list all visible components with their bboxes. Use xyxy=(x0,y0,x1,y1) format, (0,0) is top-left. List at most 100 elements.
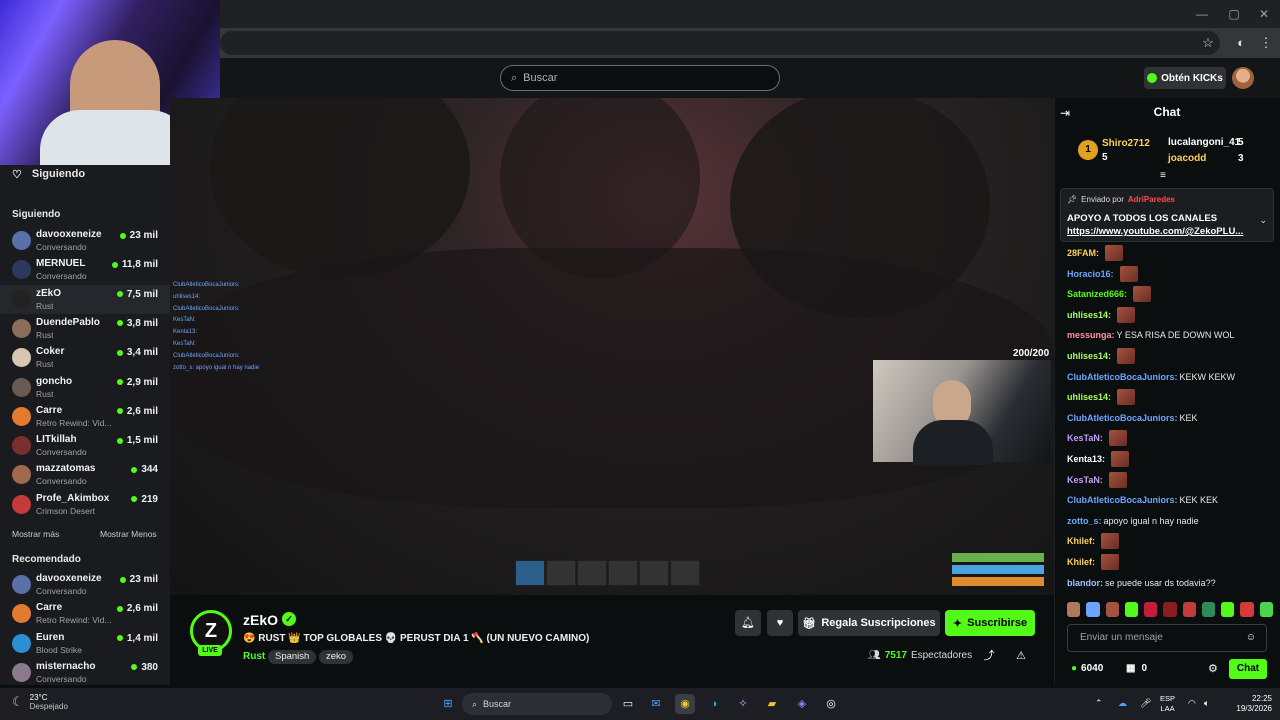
report-icon[interactable]: ⚠ xyxy=(1013,648,1029,664)
emote-icon[interactable] xyxy=(1067,602,1081,617)
bookmark-star-icon[interactable]: ☆ xyxy=(1198,33,1218,53)
language-indicator[interactable]: ESP LAA xyxy=(1160,694,1175,714)
follow-heart-button[interactable]: ♥ xyxy=(767,610,793,636)
chat-username[interactable]: Khilef: xyxy=(1067,557,1095,567)
emote-icon[interactable] xyxy=(1240,602,1254,617)
chat-username[interactable]: uhlises14: xyxy=(1067,392,1111,402)
chat-username[interactable]: KesTaN: xyxy=(1067,475,1103,485)
sidebar-channel[interactable]: MERNUEL Conversando 11,8 mil xyxy=(0,255,170,284)
pinned-link[interactable]: https://www.youtube.com/@ZekoPLU... xyxy=(1067,226,1243,237)
tag-zeko[interactable]: zeko xyxy=(319,650,354,664)
address-bar[interactable] xyxy=(220,31,1220,55)
extension-icon[interactable]: ◐ xyxy=(1231,33,1251,53)
sidebar-channel[interactable]: mazzatomas Conversando 344 xyxy=(0,460,170,489)
sidebar-channel[interactable]: Euren Blood Strike 1,4 mil xyxy=(0,629,170,658)
weather-widget[interactable]: ☾ 23°C Despejado xyxy=(12,693,68,711)
emote-icon[interactable] xyxy=(1259,602,1273,617)
folder-icon[interactable]: ▰ xyxy=(762,694,782,714)
sidebar-channel[interactable]: davooxeneize Conversando 23 mil xyxy=(0,570,170,599)
emote-icon[interactable] xyxy=(1144,602,1158,617)
chat-username[interactable]: zotto_s: xyxy=(1067,516,1102,526)
sidebar-channel[interactable]: Coker Rust 3,4 mil xyxy=(0,343,170,372)
copilot-icon[interactable]: ✧ xyxy=(733,694,753,714)
leader-3-name[interactable]: joacodd xyxy=(1168,153,1206,164)
chat-username[interactable]: uhlises14: xyxy=(1067,351,1111,361)
chat-username[interactable]: KesTaN: xyxy=(1067,433,1103,443)
streamer-name[interactable]: zEkO xyxy=(243,612,278,628)
maximize-button[interactable]: ▢ xyxy=(1224,6,1244,22)
emote-icon[interactable] xyxy=(1201,602,1216,617)
chrome-icon[interactable]: ◉ xyxy=(675,694,695,714)
search-input[interactable]: ⌕ Buscar xyxy=(500,65,780,91)
leader-1-name[interactable]: Shiro2712 xyxy=(1102,138,1150,149)
store-points[interactable]: ▦ 0 xyxy=(1126,663,1147,674)
emoji-icon[interactable]: ☺ xyxy=(1246,625,1256,651)
sidebar-channel[interactable]: Profe_Akimbox Crimson Desert 219 xyxy=(0,490,170,519)
sidebar-channel[interactable]: goncho Rust 2,9 mil xyxy=(0,373,170,402)
pinned-by-user[interactable]: AdriParedes xyxy=(1128,195,1175,204)
mail-icon[interactable]: ✉ xyxy=(646,694,666,714)
sidebar-channel[interactable]: Carre Retro Rewind: Vid... 2,6 mil xyxy=(0,402,170,431)
subscribe-button[interactable]: ✦ Suscribirse xyxy=(945,610,1035,636)
sidebar-channel[interactable]: zEkO Rust 7,5 mil xyxy=(0,284,170,314)
emote-icon[interactable] xyxy=(1105,602,1119,617)
chat-username[interactable]: Khilef: xyxy=(1067,536,1095,546)
filter-icon[interactable]: ≡ xyxy=(1160,170,1166,181)
close-window-button[interactable]: ✕ xyxy=(1254,6,1274,22)
notification-bell-button[interactable]: 🔔︎ xyxy=(735,610,761,636)
emote-icon[interactable] xyxy=(1221,602,1235,617)
leader-2-name[interactable]: lucalangoni_41 xyxy=(1168,137,1240,148)
chevron-down-icon[interactable]: ⌄ xyxy=(1259,215,1267,226)
emote-icon[interactable] xyxy=(1124,602,1139,617)
chat-username[interactable]: Satanized666: xyxy=(1067,289,1127,299)
discord-icon[interactable]: ◈ xyxy=(792,694,812,714)
show-less-link[interactable]: Mostrar Menos xyxy=(100,529,157,539)
system-clock[interactable]: 22:25 19/3/2026 xyxy=(1222,694,1272,714)
sidebar-header[interactable]: ♡ Siguiendo xyxy=(12,166,85,182)
chat-input[interactable]: Enviar un mensaje ☺ xyxy=(1067,624,1267,652)
killfeed-line: ClubAtleticoBocaJuniors: xyxy=(173,305,240,312)
tray-app-icon[interactable]: ☁ xyxy=(1118,698,1127,709)
chat-username[interactable]: Horacio16: xyxy=(1067,269,1114,279)
browser-menu-icon[interactable]: ⋮ xyxy=(1256,33,1276,53)
task-view-icon[interactable]: ▭ xyxy=(618,694,638,714)
chat-username[interactable]: Kenta13: xyxy=(1067,454,1105,464)
minimize-button[interactable]: — xyxy=(1192,6,1212,22)
sidebar-channel[interactable]: DuendePablo Rust 3,8 mil xyxy=(0,314,170,343)
sidebar-channel[interactable]: Carre Retro Rewind: Vid... 2,6 mil xyxy=(0,599,170,628)
chat-username[interactable]: ClubAtleticoBocaJuniors: xyxy=(1067,495,1178,505)
emote-icon[interactable] xyxy=(1086,602,1100,617)
show-more-link[interactable]: Mostrar más xyxy=(12,529,59,539)
microphone-icon[interactable]: 🎤︎ xyxy=(1140,698,1151,709)
sidebar-channel[interactable]: misternacho Conversando 380 xyxy=(0,658,170,687)
emote-icon[interactable] xyxy=(1163,602,1177,617)
app-icon[interactable]: ◎ xyxy=(821,694,841,714)
pinned-message[interactable]: 📌︎ Enviado por AdriParedes APOYO A TODOS… xyxy=(1060,188,1274,242)
emote-icon[interactable] xyxy=(1182,602,1196,617)
edge-icon[interactable]: ◑ xyxy=(704,694,724,714)
sidebar-channel[interactable]: LITkillah Conversando 1,5 mil xyxy=(0,431,170,460)
chat-username[interactable]: ClubAtleticoBocaJuniors: xyxy=(1067,372,1178,382)
tag-language[interactable]: Spanish xyxy=(268,650,317,664)
chat-username[interactable]: 28FAM: xyxy=(1067,248,1099,258)
stream-category[interactable]: Rust xyxy=(243,651,265,662)
volume-icon[interactable]: 🔈︎ xyxy=(1204,698,1209,709)
video-player[interactable]: ClubAtleticoBocaJuniors: uhlises14: ClubAt… xyxy=(170,98,1054,595)
gift-subs-button[interactable]: 🎁︎ Regala Suscripciones xyxy=(798,610,940,636)
chat-username[interactable]: messunga: xyxy=(1067,330,1115,340)
taskbar-search[interactable]: ⌕ Buscar xyxy=(462,693,612,715)
channel-points[interactable]: ● 6040 xyxy=(1071,663,1103,674)
chat-settings-icon[interactable]: ⚙ xyxy=(1208,662,1218,675)
wifi-icon[interactable]: ◠ xyxy=(1188,698,1196,709)
user-avatar[interactable] xyxy=(1232,67,1254,89)
chat-send-button[interactable]: Chat xyxy=(1229,659,1267,679)
share-icon[interactable]: ⤴ xyxy=(981,648,997,664)
chat-username[interactable]: blandor: xyxy=(1067,578,1103,588)
chat-username[interactable]: uhlises14: xyxy=(1067,310,1111,320)
get-kicks-button[interactable]: Obtén KICKs xyxy=(1144,67,1226,89)
sidebar-channel[interactable]: davooxeneize Conversando 23 mil xyxy=(0,226,170,255)
start-menu-icon[interactable]: ⊞ xyxy=(438,694,458,714)
chat-username[interactable]: ClubAtleticoBocaJuniors: xyxy=(1067,413,1178,423)
tray-chevron-icon[interactable]: ⌃ xyxy=(1095,698,1103,709)
channel-avatar xyxy=(12,604,31,624)
